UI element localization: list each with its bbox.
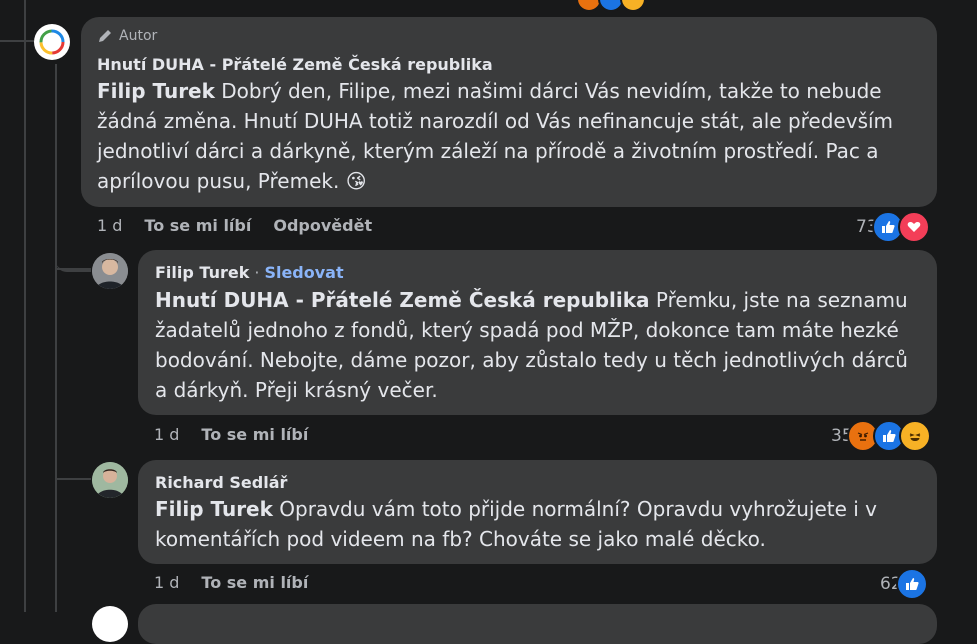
- comment-text: Filip Turek Opravdu vám toto přijde norm…: [155, 494, 925, 554]
- like-button[interactable]: To se mi líbí: [201, 425, 308, 444]
- badge-label: Autor: [119, 28, 158, 44]
- comment-text: Filip Turek Dobrý den, Filipe, mezi naši…: [97, 76, 897, 196]
- avatar[interactable]: [34, 24, 70, 60]
- mention-link[interactable]: Filip Turek: [97, 79, 215, 103]
- author-badge: Autor: [97, 28, 157, 44]
- comment-text: Hnutí DUHA - Přátelé Země Česká republik…: [155, 285, 925, 405]
- mention-link[interactable]: Filip Turek: [155, 497, 273, 521]
- reply-bubble: Filip Turek · Sledovat Hnutí DUHA - Přát…: [138, 250, 937, 415]
- haha-icon: [620, 0, 646, 12]
- comment-author[interactable]: Richard Sedlář: [155, 473, 287, 492]
- haha-icon: [898, 420, 931, 452]
- reaction-summary[interactable]: 35: [831, 420, 931, 452]
- reply-button[interactable]: Odpovědět: [273, 216, 372, 235]
- avatar[interactable]: [92, 462, 128, 498]
- reply-connector-1-h: [57, 268, 91, 270]
- comment-bubble: Autor Hnutí DUHA - Přátelé Země Česká re…: [81, 17, 937, 207]
- timestamp[interactable]: 1 d: [154, 573, 179, 592]
- comment-body: Dobrý den, Filipe, mezi našimi dárci Vás…: [97, 79, 894, 193]
- avatar[interactable]: [92, 253, 128, 289]
- timestamp[interactable]: 1 d: [154, 425, 179, 444]
- pencil-icon: [99, 30, 111, 42]
- thread-line-h: [0, 40, 34, 42]
- comment-author[interactable]: Filip Turek: [155, 263, 249, 282]
- reaction-summary[interactable]: 62: [880, 568, 928, 600]
- love-icon: [897, 211, 930, 243]
- top-reaction-stub: [576, 0, 646, 12]
- avatar[interactable]: [92, 606, 128, 642]
- duha-logo-icon: [39, 29, 65, 55]
- comment-actions: 1 d To se mi líbí: [154, 425, 308, 444]
- like-button[interactable]: To se mi líbí: [201, 573, 308, 592]
- like-icon: [895, 568, 928, 600]
- reply-bubble: Richard Sedlář Filip Turek Opravdu vám t…: [138, 460, 937, 564]
- separator-dot: ·: [254, 263, 260, 282]
- thread-line-inner: [55, 64, 57, 612]
- mention-link[interactable]: Hnutí DUHA - Přátelé Země Česká republik…: [155, 288, 650, 312]
- comment-actions: 1 d To se mi líbí Odpovědět: [97, 216, 372, 235]
- person-photo-icon: [92, 462, 128, 498]
- thread-line-outer: [24, 0, 26, 612]
- reply-connector-2-h: [57, 478, 91, 480]
- comment-author[interactable]: Hnutí DUHA - Přátelé Země Česká republik…: [97, 55, 493, 74]
- comment-actions: 1 d To se mi líbí: [154, 573, 308, 592]
- follow-button[interactable]: Sledovat: [264, 263, 343, 282]
- reply-bubble: [138, 604, 937, 644]
- reply-header: Filip Turek · Sledovat: [155, 263, 344, 282]
- like-button[interactable]: To se mi líbí: [144, 216, 251, 235]
- reaction-summary[interactable]: 73: [856, 211, 930, 243]
- timestamp[interactable]: 1 d: [97, 216, 122, 235]
- person-photo-icon: [92, 253, 128, 289]
